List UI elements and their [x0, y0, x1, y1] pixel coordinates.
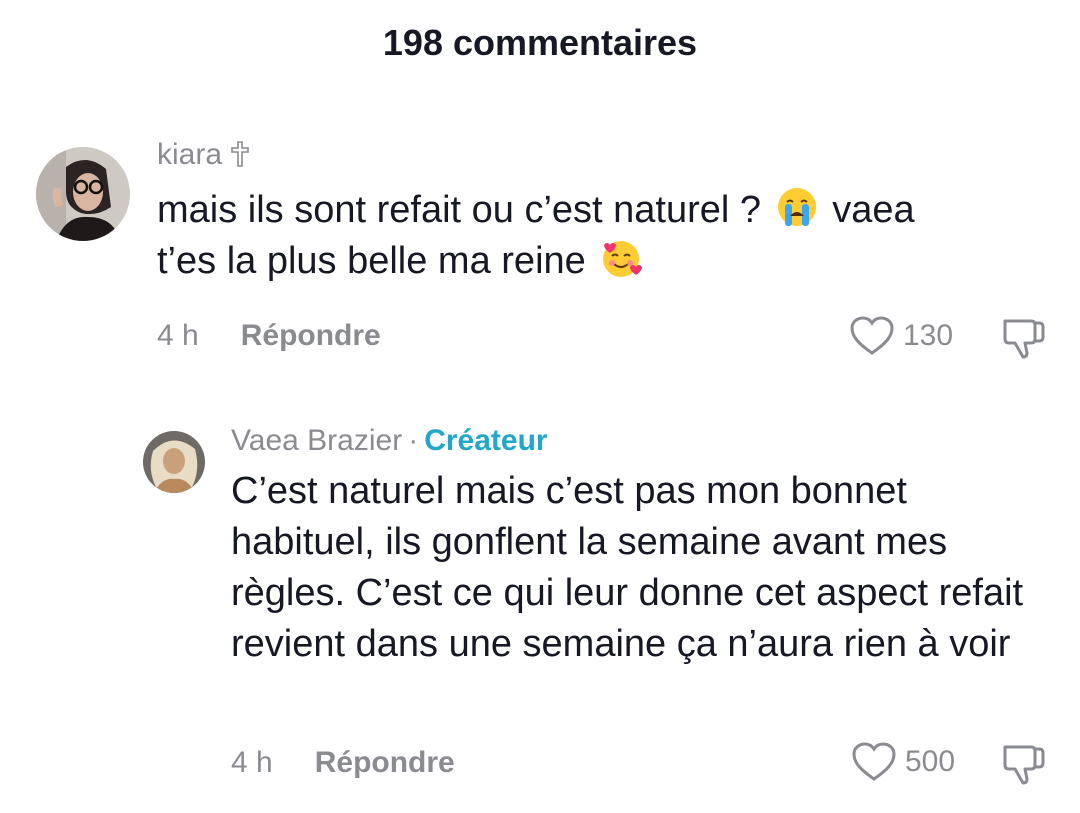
cross-icon	[231, 141, 249, 167]
comment-username[interactable]: kiara	[157, 138, 250, 172]
reply-button[interactable]: Répondre	[241, 319, 381, 352]
comment-time: 4 h	[231, 746, 273, 779]
comment-meta: 4 h Répondre	[157, 319, 381, 353]
comment-text: C’est naturel mais c’est pas mon bonnet …	[231, 470, 1024, 665]
comment-text: mais ils sont refait ou c’est naturel ? …	[157, 185, 1057, 287]
like-button[interactable]: 130	[849, 315, 953, 357]
comments-count-title: 198 commentaires	[382, 22, 698, 63]
dislike-icon[interactable]	[1001, 317, 1045, 359]
comment-username[interactable]: Vaea Brazier · Créateur	[231, 424, 548, 458]
creator-badge: Créateur	[424, 424, 548, 457]
crying-face-emoji	[777, 188, 816, 226]
username-text: kiara	[157, 138, 223, 171]
smiling-face-with-hearts-emoji	[603, 241, 643, 277]
comments-panel: 198 commentaires kiara mais ils sont ref…	[0, 0, 1080, 813]
heart-icon	[852, 742, 896, 781]
username-text: Vaea Brazier	[231, 424, 403, 457]
comment-time: 4 h	[157, 319, 199, 352]
dislike-icon[interactable]	[1001, 743, 1045, 785]
like-count: 130	[903, 319, 954, 352]
avatar[interactable]	[36, 147, 130, 241]
like-button[interactable]: 500	[851, 741, 955, 783]
comment-meta: 4 h Répondre	[231, 746, 455, 780]
avatar[interactable]	[143, 431, 205, 493]
heart-icon	[850, 316, 894, 355]
like-count: 500	[905, 745, 956, 778]
reply-button[interactable]: Répondre	[315, 746, 455, 779]
